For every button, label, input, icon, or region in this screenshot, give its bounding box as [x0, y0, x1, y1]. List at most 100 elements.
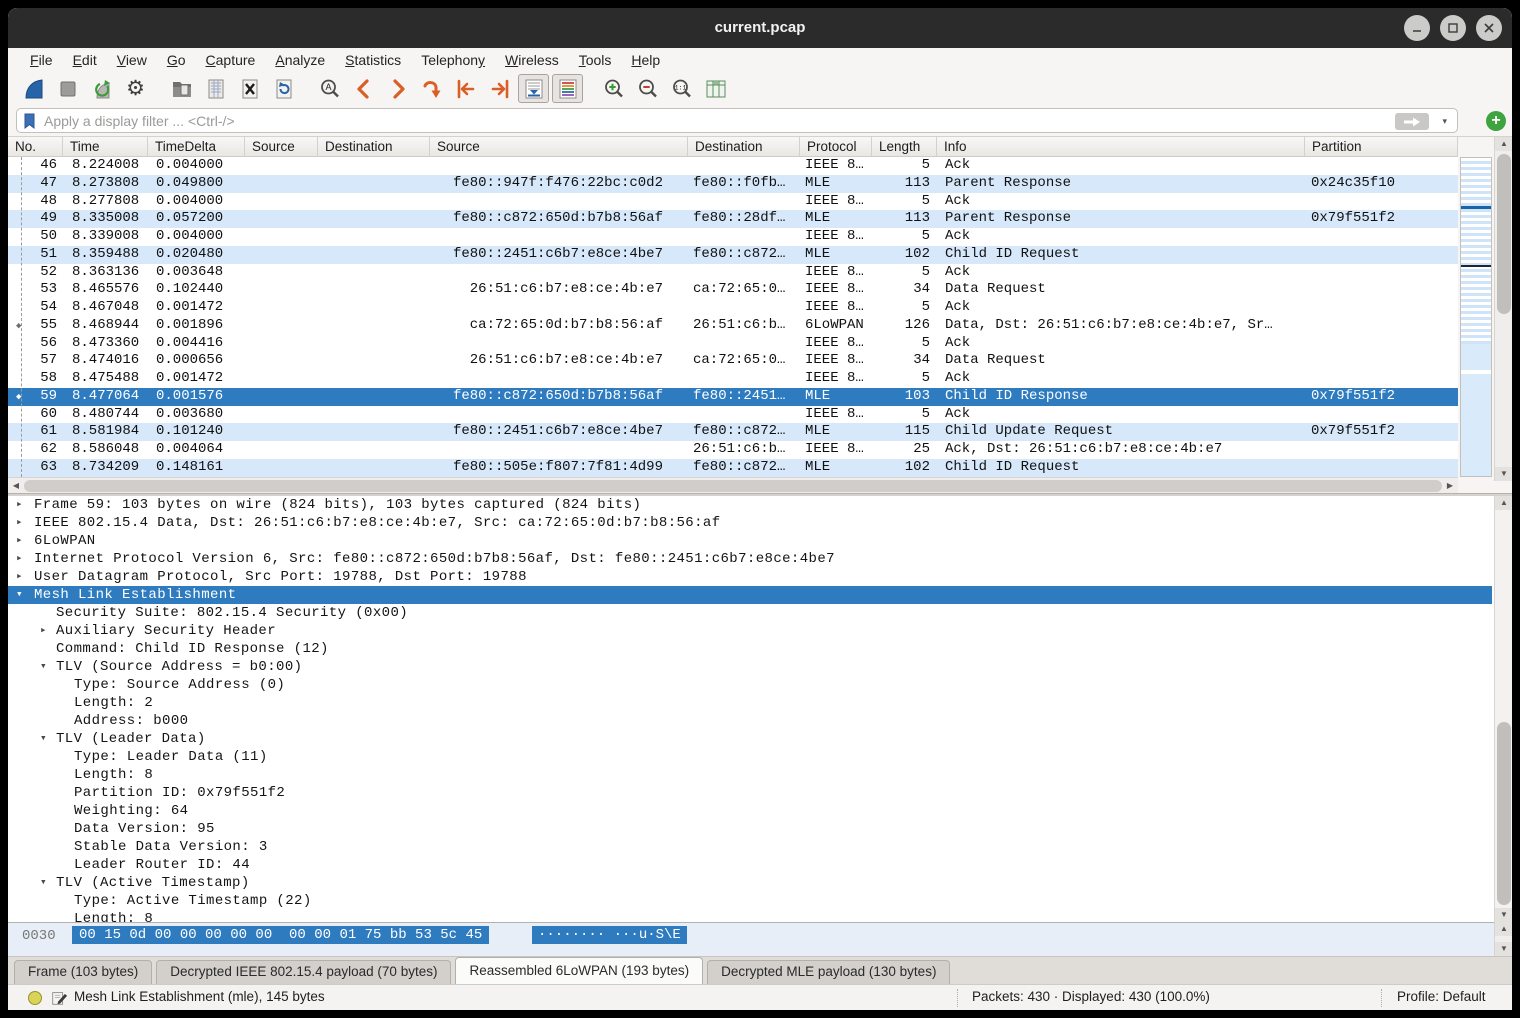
menu-help[interactable]: Help [621, 50, 670, 70]
detail-row[interactable]: Security Suite: 802.15.4 Security (0x00) [8, 604, 1492, 622]
hex-bytes-selected[interactable]: 00 15 0d 00 00 00 00 00 00 00 01 75 bb 5… [72, 926, 489, 944]
packet-row-56[interactable]: 568.4733600.004416IEEE 8…5Ack [8, 335, 1458, 353]
packet-row-60[interactable]: 608.4807440.003680IEEE 8…5Ack [8, 406, 1458, 424]
packet-row-47[interactable]: 478.2738080.049800fe80::947f:f476:22bc:c… [8, 175, 1458, 193]
filter-dropdown-caret[interactable]: ▾ [1442, 116, 1447, 127]
byte-tab-2[interactable]: Reassembled 6LoWPAN (193 bytes) [455, 957, 703, 984]
status-profile[interactable]: Profile: Default [1397, 989, 1486, 1004]
column-header-length[interactable]: Length [872, 137, 937, 157]
menu-edit[interactable]: Edit [63, 50, 107, 70]
display-filter-input[interactable]: Apply a display filter ... <Ctrl-/> ▾ [16, 108, 1458, 133]
packet-row-57[interactable]: 578.4740160.00065626:51:c6:b7:e8:ce:4b:e… [8, 352, 1458, 370]
column-header-source[interactable]: Source [245, 137, 318, 157]
detail-row[interactable]: ▸User Datagram Protocol, Src Port: 19788… [8, 568, 1492, 586]
packet-row-63[interactable]: 638.7342090.148161fe80::505e:f807:7f81:4… [8, 459, 1458, 477]
expand-arrow-icon[interactable]: ▸ [16, 550, 23, 568]
scroll-up-arrow[interactable]: ▲ [1495, 496, 1512, 510]
column-header-destination[interactable]: Destination [688, 137, 800, 157]
capture-options-button[interactable]: ⚙ [120, 74, 151, 103]
packet-row-59[interactable]: ◆598.4770640.001576fe80::c872:650d:b7b8:… [8, 388, 1458, 406]
packet-row-61[interactable]: 618.5819840.101240fe80::2451:c6b7:e8ce:4… [8, 423, 1458, 441]
detail-row[interactable]: Length: 8 [8, 766, 1492, 784]
add-filter-button[interactable]: + [1486, 111, 1506, 131]
last-packet-button[interactable] [484, 74, 515, 103]
close-button[interactable] [1476, 15, 1502, 41]
packet-row-48[interactable]: 488.2778080.004000IEEE 8…5Ack [8, 193, 1458, 211]
detail-row[interactable]: Length: 8 [8, 910, 1492, 922]
packet-list-vscrollbar[interactable]: ▲ ▼ [1494, 137, 1512, 481]
auto-scroll-button[interactable] [518, 74, 549, 103]
menu-file[interactable]: File [20, 50, 63, 70]
detail-row[interactable]: ▸IEEE 802.15.4 Data, Dst: 26:51:c6:b7:e8… [8, 514, 1492, 532]
hex-ascii-selected[interactable]: ········ ···u·S\E [532, 926, 687, 944]
packet-row-55[interactable]: ◆558.4689440.001896ca:72:65:0d:b7:b8:56:… [8, 317, 1458, 335]
zoom-original-button[interactable]: 1:1 [666, 74, 697, 103]
collapse-arrow-icon[interactable]: ▾ [40, 730, 47, 748]
column-header-partition[interactable]: Partition [1305, 137, 1458, 157]
capture-comment-icon[interactable] [50, 989, 68, 1007]
scroll-right-arrow[interactable]: ▶ [1443, 479, 1457, 493]
scrollbar-thumb[interactable] [1497, 722, 1511, 905]
zoom-in-button[interactable] [598, 74, 629, 103]
reload-file-button[interactable] [268, 74, 299, 103]
column-header-no[interactable]: No. [8, 137, 63, 157]
close-file-button[interactable] [234, 74, 265, 103]
scroll-up-arrow[interactable]: ▲ [1495, 137, 1512, 151]
packet-row-49[interactable]: 498.3350080.057200fe80::c872:650d:b7b8:5… [8, 210, 1458, 228]
byte-tab-0[interactable]: Frame (103 bytes) [14, 960, 152, 984]
expand-arrow-icon[interactable]: ▸ [16, 514, 23, 532]
collapse-arrow-icon[interactable]: ▾ [16, 586, 23, 604]
byte-tab-3[interactable]: Decrypted MLE payload (130 bytes) [707, 960, 950, 984]
column-header-destination[interactable]: Destination [318, 137, 430, 157]
detail-row[interactable]: Stable Data Version: 3 [8, 838, 1492, 856]
detail-row[interactable]: ▾TLV (Leader Data) [8, 730, 1492, 748]
detail-row[interactable]: Length: 2 [8, 694, 1492, 712]
menu-wireless[interactable]: Wireless [495, 50, 569, 70]
filter-bookmark-icon[interactable] [22, 112, 38, 130]
colorize-button[interactable] [552, 74, 583, 103]
scroll-down-arrow[interactable]: ▼ [1495, 942, 1512, 956]
packet-row-51[interactable]: 518.3594880.020480fe80::2451:c6b7:e8ce:4… [8, 246, 1458, 264]
column-header-source[interactable]: Source [430, 137, 688, 157]
go-to-packet-button[interactable] [416, 74, 447, 103]
column-header-timedelta[interactable]: TimeDelta [148, 137, 245, 157]
save-file-button[interactable] [200, 74, 231, 103]
detail-row[interactable]: ▸Auxiliary Security Header [8, 622, 1492, 640]
packet-minimap[interactable] [1460, 157, 1492, 477]
expand-arrow-icon[interactable]: ▸ [16, 532, 23, 550]
detail-row[interactable]: Address: b000 [8, 712, 1492, 730]
packet-row-53[interactable]: 538.4655760.10244026:51:c6:b7:e8:ce:4b:e… [8, 281, 1458, 299]
packet-row-62[interactable]: 628.5860480.00406426:51:c6:b…IEEE 8…25Ac… [8, 441, 1458, 459]
find-packet-button[interactable]: A [314, 74, 345, 103]
scroll-down-arrow[interactable]: ▼ [1495, 908, 1512, 922]
maximize-button[interactable] [1440, 15, 1466, 41]
detail-row[interactable]: ▸Internet Protocol Version 6, Src: fe80:… [8, 550, 1492, 568]
column-header-protocol[interactable]: Protocol [800, 137, 872, 157]
detail-row[interactable]: ▾Mesh Link Establishment [8, 586, 1492, 604]
apply-filter-button[interactable] [1395, 113, 1429, 130]
restart-capture-button[interactable] [86, 74, 117, 103]
collapse-arrow-icon[interactable]: ▾ [40, 658, 47, 676]
packet-bytes-pane[interactable]: 0030 00 15 0d 00 00 00 00 00 00 00 01 75… [8, 922, 1512, 956]
go-forward-button[interactable] [382, 74, 413, 103]
expand-arrow-icon[interactable]: ▸ [16, 568, 23, 586]
menu-view[interactable]: View [107, 50, 157, 70]
detail-row[interactable]: ▸Frame 59: 103 bytes on wire (824 bits),… [8, 496, 1492, 514]
titlebar[interactable]: current.pcap [8, 8, 1512, 48]
expert-info-icon[interactable] [28, 991, 42, 1005]
column-header-time[interactable]: Time [63, 137, 148, 157]
detail-row[interactable]: ▾TLV (Source Address = b0:00) [8, 658, 1492, 676]
menu-tools[interactable]: Tools [569, 50, 622, 70]
detail-row[interactable]: Type: Source Address (0) [8, 676, 1492, 694]
column-header-info[interactable]: Info [937, 137, 1305, 157]
first-packet-button[interactable] [450, 74, 481, 103]
detail-row[interactable]: Type: Leader Data (11) [8, 748, 1492, 766]
bytes-vscrollbar[interactable]: ▲ ▼ [1494, 922, 1512, 956]
detail-row[interactable]: Partition ID: 0x79f551f2 [8, 784, 1492, 802]
menu-capture[interactable]: Capture [196, 50, 266, 70]
go-back-button[interactable] [348, 74, 379, 103]
detail-row[interactable]: Leader Router ID: 44 [8, 856, 1492, 874]
packet-list-hscrollbar[interactable]: ◀ ▶ [8, 477, 1458, 493]
packet-row-58[interactable]: 588.4754880.001472IEEE 8…5Ack [8, 370, 1458, 388]
menu-telephony[interactable]: Telephony [411, 50, 495, 70]
